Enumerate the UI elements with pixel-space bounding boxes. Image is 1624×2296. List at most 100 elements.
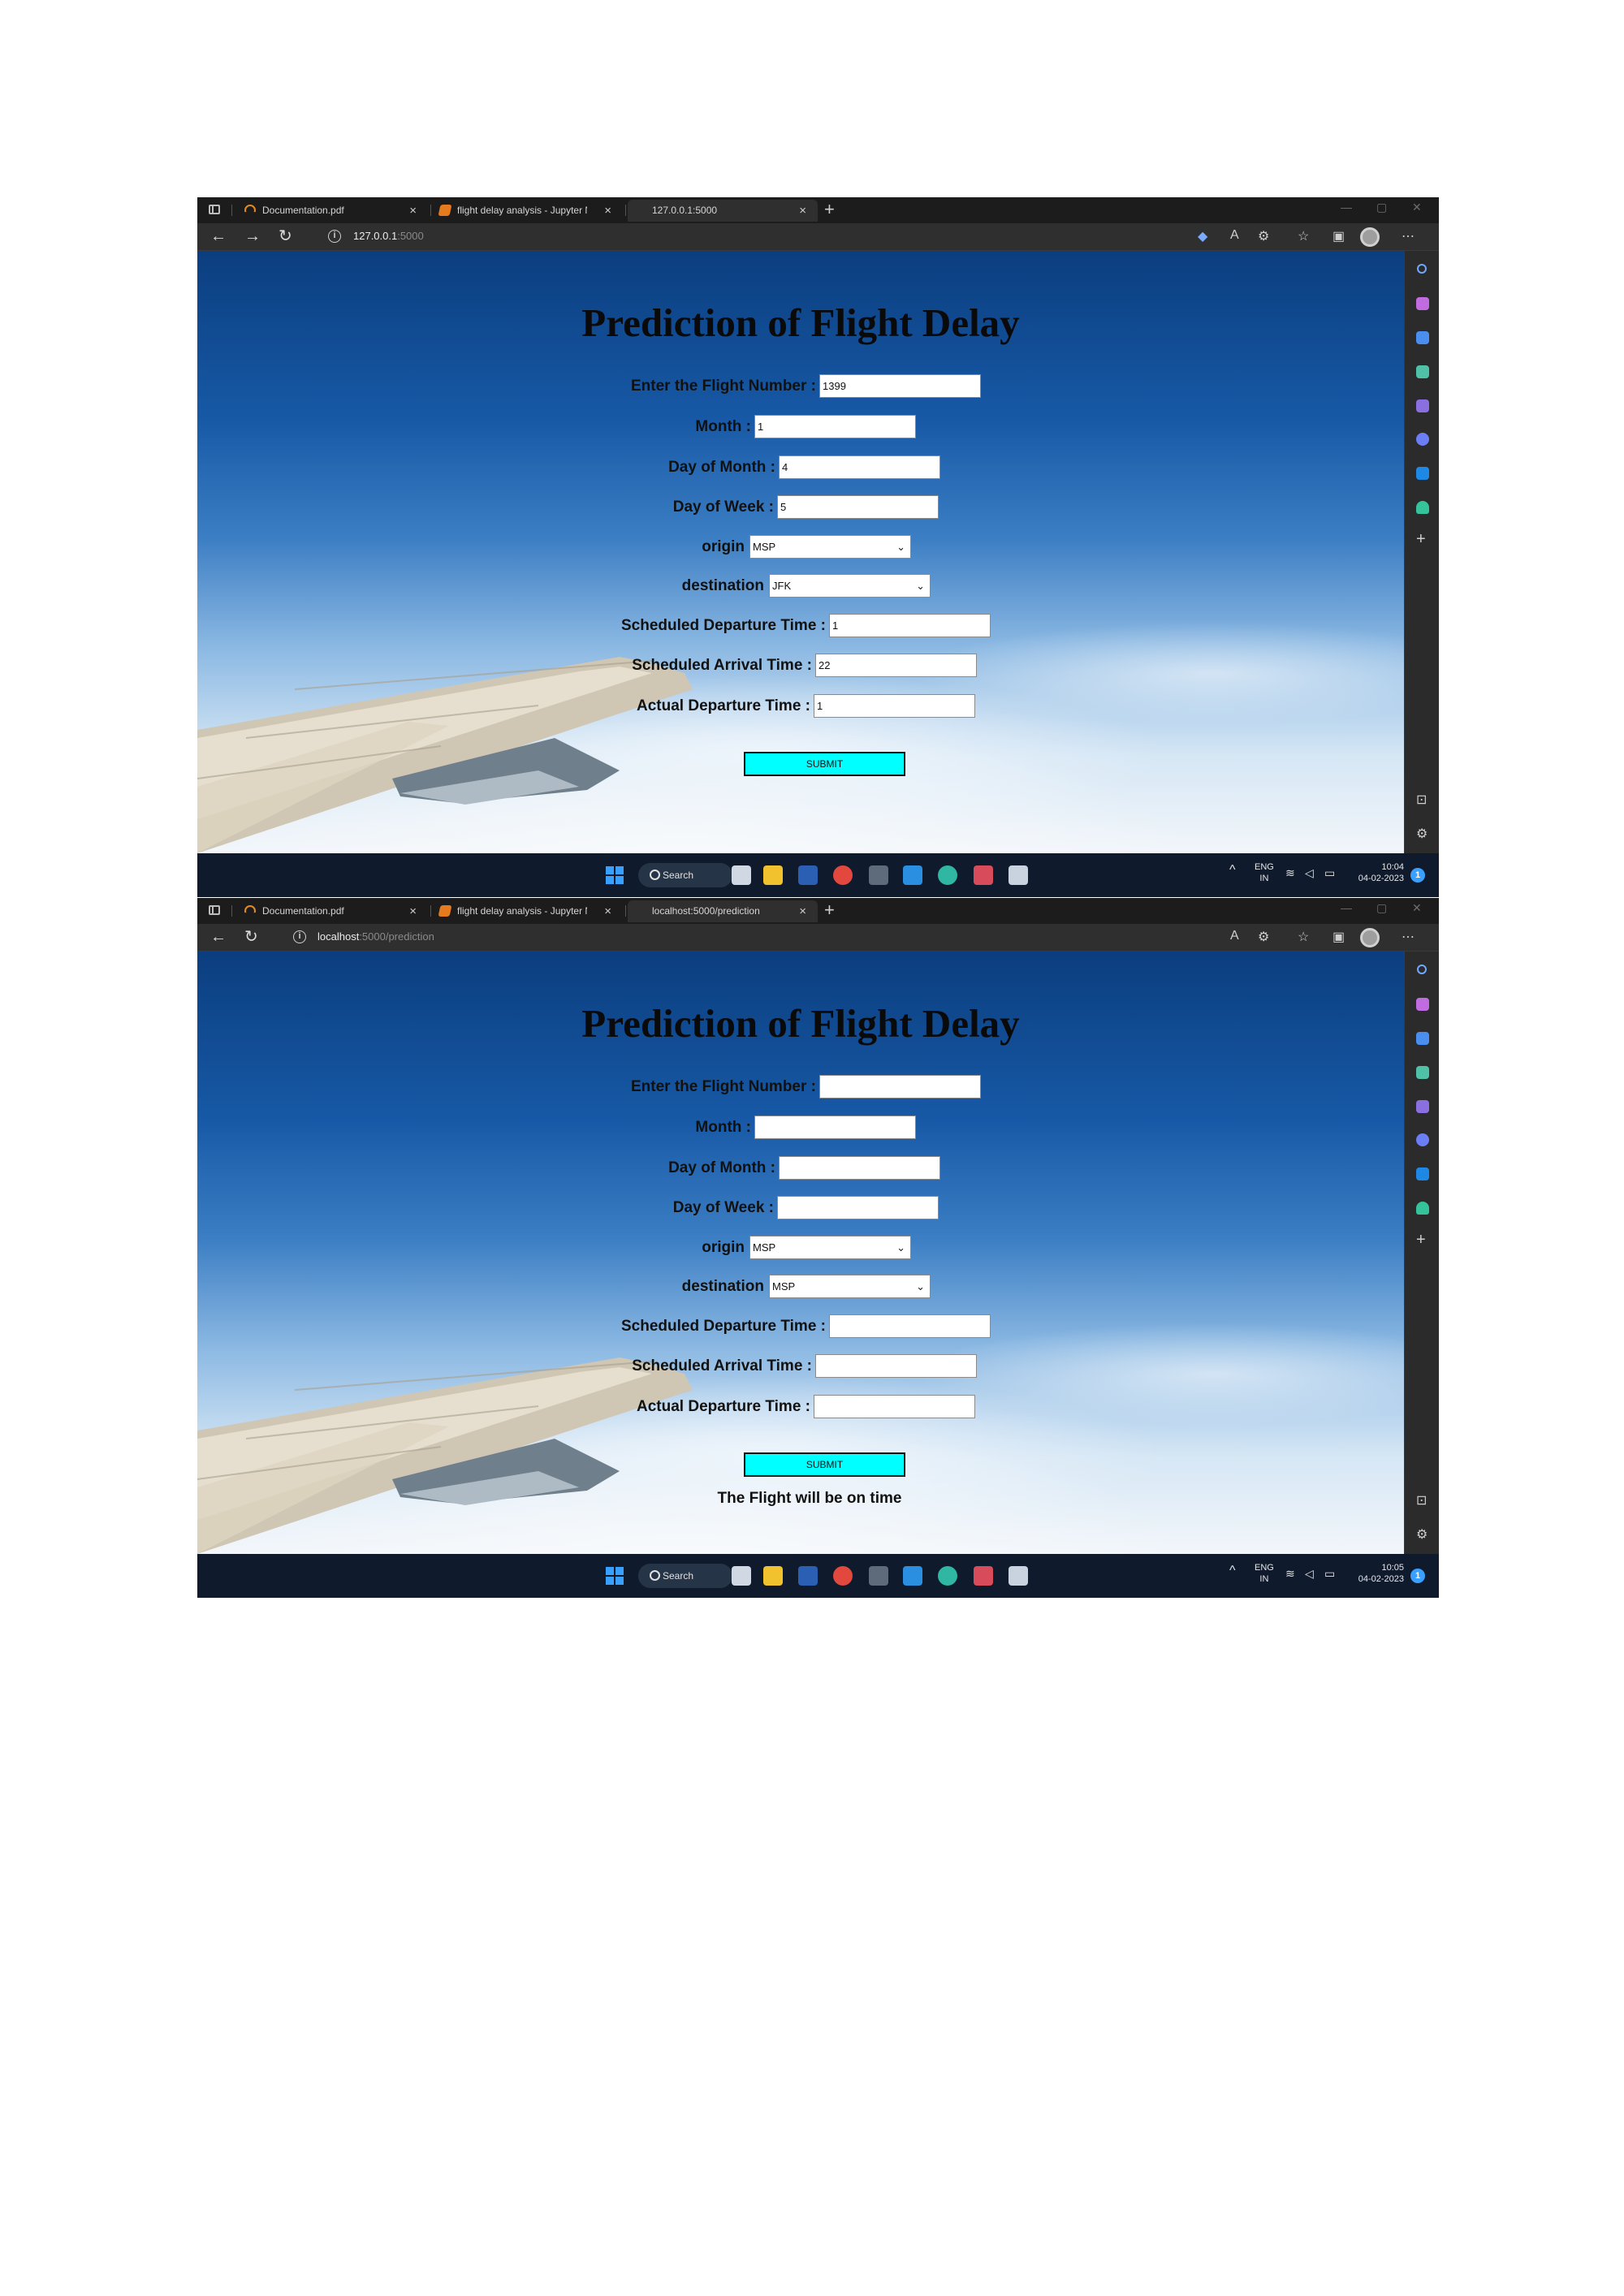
edge-icon[interactable] [938,865,957,885]
profile-icon[interactable] [1360,227,1380,247]
origin-select[interactable]: MSP ⌄ [749,535,911,559]
close-icon[interactable]: × [799,200,806,222]
taskbar-search[interactable]: Search [638,863,732,887]
collections-icon[interactable]: ▣ [1332,228,1345,244]
battery-icon[interactable]: ▭ [1324,866,1335,880]
tab-jupyter[interactable]: flight delay analysis - Jupyter No × [433,200,623,222]
flight-number-input[interactable] [819,1075,981,1098]
search-icon[interactable] [1417,264,1427,274]
sidebar-toggle-icon[interactable]: ⊡ [1416,1492,1427,1508]
notification-badge[interactable]: 1 [1410,868,1425,883]
app-icon[interactable] [1009,865,1028,885]
shopping-icon[interactable] [1416,331,1429,344]
read-aloud-icon[interactable]: A [1230,929,1239,943]
minimize-icon[interactable]: — [1341,201,1352,214]
submit-button[interactable]: SUBMIT [744,1452,905,1477]
refresh-icon[interactable]: ↻ [244,928,258,946]
address-bar[interactable]: localhost:5000/prediction [317,930,434,943]
volume-icon[interactable]: ◁ [1305,1567,1314,1581]
day-of-week-input[interactable] [777,495,939,519]
day-of-week-input[interactable] [777,1196,939,1219]
profile-icon[interactable] [1360,928,1380,947]
snipping-tool-icon[interactable] [974,865,993,885]
language-indicator[interactable]: ENG IN [1255,861,1274,884]
clock[interactable]: 10:04 04-02-2023 [1349,861,1404,884]
actual-departure-input[interactable] [814,694,975,718]
sidebar-toggle-icon[interactable]: ⊡ [1416,792,1427,808]
window-close-icon[interactable]: ✕ [1412,901,1422,915]
windows-start-icon[interactable] [606,866,624,884]
wifi-icon[interactable]: ≋ [1285,866,1295,880]
close-icon[interactable]: × [604,900,611,922]
shopping-icon[interactable] [1416,1032,1429,1045]
more-icon[interactable]: ⋯ [1402,929,1415,945]
actual-departure-input[interactable] [814,1395,975,1418]
scheduled-arrival-input[interactable] [815,654,977,677]
tools-icon[interactable] [1416,365,1429,378]
word-icon[interactable] [798,1566,818,1586]
flight-number-input[interactable] [819,374,981,398]
file-explorer-icon[interactable] [763,1566,783,1586]
windows-start-icon[interactable] [606,1567,624,1585]
file-explorer-icon[interactable] [763,865,783,885]
snipping-tool-icon[interactable] [974,1566,993,1586]
tools-icon[interactable] [1416,1066,1429,1079]
copilot-icon[interactable] [1416,297,1429,310]
vscode-icon[interactable] [903,865,922,885]
site-info-icon[interactable]: i [328,230,341,243]
outlook-icon[interactable] [1416,1167,1429,1180]
favorites-icon[interactable]: ☆ [1298,228,1309,244]
edge-icon[interactable] [938,1566,957,1586]
day-of-month-input[interactable] [779,1156,940,1180]
word-icon[interactable] [798,865,818,885]
tag-icon[interactable]: ◆ [1198,228,1207,244]
games-icon[interactable] [1416,1100,1429,1113]
month-input[interactable] [754,1116,916,1139]
back-icon[interactable]: ← [210,227,227,245]
tab-jupyter[interactable]: flight delay analysis - Jupyter No × [433,900,623,922]
submit-button[interactable]: SUBMIT [744,752,905,776]
tab-documentation[interactable]: Documentation.pdf × [238,900,428,922]
favorites-icon[interactable]: ☆ [1298,929,1309,945]
tab-documentation[interactable]: Documentation.pdf × [238,200,428,222]
wifi-icon[interactable]: ≋ [1285,1567,1295,1581]
clock[interactable]: 10:05 04-02-2023 [1349,1562,1404,1585]
extension-icon[interactable]: ⚙ [1258,929,1269,945]
close-icon[interactable]: × [409,200,417,222]
volume-icon[interactable]: ◁ [1305,866,1314,880]
notification-badge[interactable]: 1 [1410,1569,1425,1583]
forward-icon[interactable]: → [244,227,261,245]
new-tab-icon[interactable]: + [824,199,835,220]
back-icon[interactable]: ← [210,928,227,946]
destination-select[interactable]: JFK ⌄ [769,574,931,598]
new-tab-icon[interactable]: + [824,900,835,921]
close-icon[interactable]: × [799,900,806,922]
task-view-icon[interactable] [732,1566,751,1586]
tab-actions-icon[interactable] [209,205,220,214]
scheduled-arrival-input[interactable] [815,1354,977,1378]
office-icon[interactable] [1416,433,1429,446]
task-view-icon[interactable] [732,865,751,885]
scheduled-departure-input[interactable] [829,614,991,637]
minimize-icon[interactable]: — [1341,901,1352,914]
copilot-icon[interactable] [1416,998,1429,1011]
close-icon[interactable]: × [604,200,611,222]
tab-actions-icon[interactable] [209,905,220,915]
outlook-icon[interactable] [1416,467,1429,480]
search-icon[interactable] [1417,965,1427,974]
refresh-icon[interactable]: ↻ [279,227,292,245]
month-input[interactable] [754,415,916,438]
destination-select[interactable]: MSP ⌄ [769,1275,931,1298]
vscode-icon[interactable] [903,1566,922,1586]
site-info-icon[interactable]: i [293,930,306,943]
tab-localhost[interactable]: 127.0.0.1:5000 × [628,200,818,222]
taskbar-search[interactable]: Search [638,1564,732,1588]
origin-select[interactable]: MSP ⌄ [749,1236,911,1259]
close-icon[interactable]: × [409,900,417,922]
scheduled-departure-input[interactable] [829,1314,991,1338]
day-of-month-input[interactable] [779,455,940,479]
drop-icon[interactable] [1416,1202,1429,1215]
app-icon[interactable] [1009,1566,1028,1586]
maximize-icon[interactable]: ▢ [1376,901,1387,915]
add-icon[interactable]: + [1416,1232,1426,1248]
